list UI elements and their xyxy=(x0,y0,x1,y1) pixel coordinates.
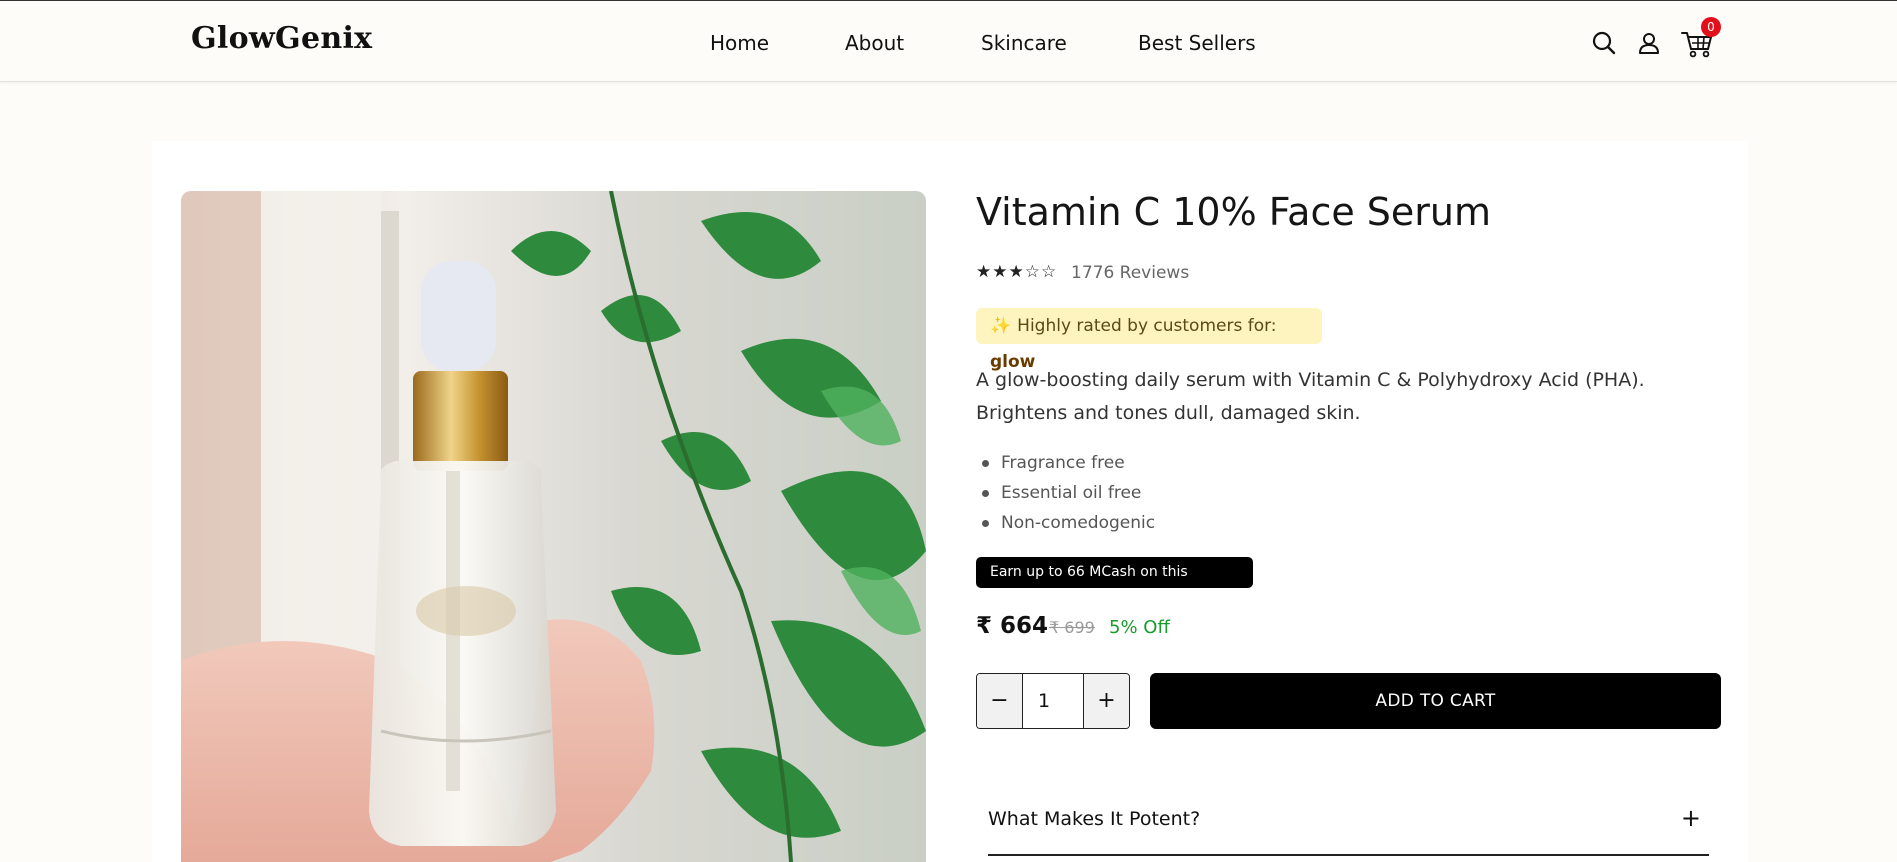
highly-rated-label: Highly rated by customers for: xyxy=(1017,316,1277,336)
product-image[interactable] xyxy=(181,191,926,862)
search-icon[interactable] xyxy=(1589,28,1619,58)
list-item: Fragrance free xyxy=(981,448,1155,478)
nav-about[interactable]: About xyxy=(845,31,904,55)
accordion-what-makes-it-potent[interactable]: What Makes It Potent? + xyxy=(988,800,1709,856)
sparkle-icon: ✨ xyxy=(990,316,1012,336)
quantity-stepper: − + xyxy=(976,673,1130,729)
mcash-banner: Earn up to 66 MCash on this purchase xyxy=(976,557,1253,611)
add-to-cart-button[interactable]: ADD TO CART xyxy=(1150,673,1721,729)
rating-stars: ★★★☆☆ xyxy=(976,262,1058,282)
accordion-label: What Makes It Potent? xyxy=(988,808,1201,830)
quantity-input[interactable] xyxy=(1024,674,1082,728)
product-description: A glow-boosting daily serum with Vitamin… xyxy=(976,369,1645,424)
nav-home[interactable]: Home xyxy=(710,31,769,55)
highly-rated-badge: ✨ Highly rated by customers for: glow xyxy=(976,308,1322,372)
site-header: GlowGenix Home About Skincare Best Selle… xyxy=(0,0,1897,82)
cart-count-badge: 0 xyxy=(1701,17,1721,37)
product-title: Vitamin C 10% Face Serum xyxy=(976,190,1492,234)
review-count-link[interactable]: 1776 Reviews xyxy=(1071,263,1189,283)
plus-icon[interactable]: + xyxy=(1681,804,1701,832)
list-item: Essential oil free xyxy=(981,478,1155,508)
original-price: ₹ 699 xyxy=(1049,618,1095,637)
decrease-quantity-button[interactable]: − xyxy=(977,674,1023,728)
user-icon[interactable] xyxy=(1634,28,1664,58)
nav-best-sellers[interactable]: Best Sellers xyxy=(1138,31,1256,55)
sale-price: ₹ 664 xyxy=(976,613,1049,639)
feature-list: Fragrance free Essential oil free Non-co… xyxy=(981,448,1155,538)
discount-label: 5% Off xyxy=(1109,617,1170,638)
nav-skincare[interactable]: Skincare xyxy=(981,31,1067,55)
increase-quantity-button[interactable]: + xyxy=(1083,674,1129,728)
list-item: Non-comedogenic xyxy=(981,508,1155,538)
